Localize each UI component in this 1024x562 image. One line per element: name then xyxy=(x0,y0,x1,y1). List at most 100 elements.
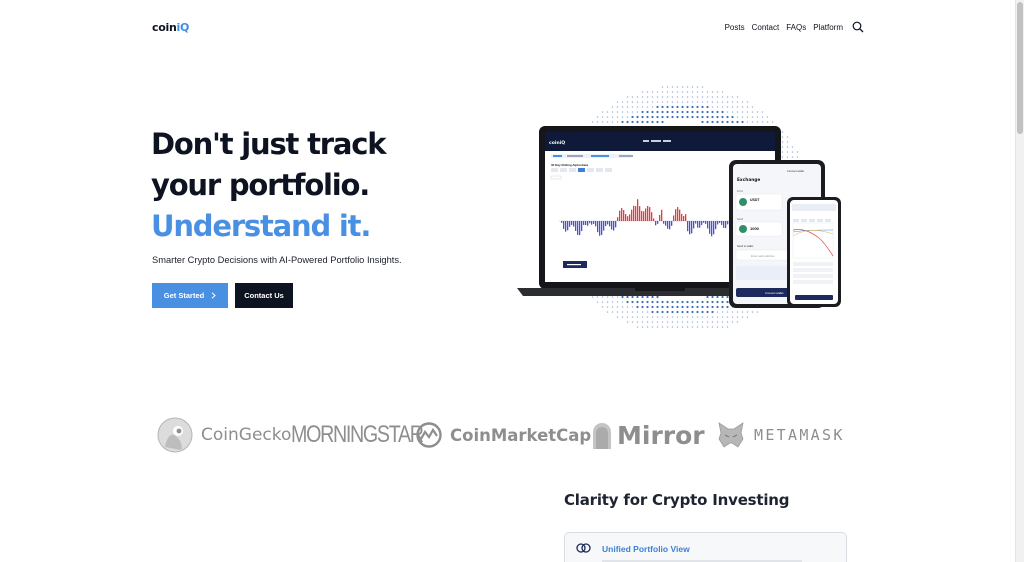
gecko-icon xyxy=(157,417,193,453)
decoration-dot xyxy=(751,106,754,108)
laptop-chart-bar xyxy=(669,221,671,230)
decoration-dot xyxy=(716,91,719,93)
decoration-dot xyxy=(711,305,714,309)
decoration-dot xyxy=(616,101,619,103)
decoration-dot xyxy=(611,301,614,303)
feature-card-unified-portfolio[interactable]: Unified Portfolio View xyxy=(564,532,847,562)
decoration-dot xyxy=(646,295,649,299)
decoration-dot xyxy=(706,305,709,309)
mirror-logo: Mirror xyxy=(591,415,705,455)
decoration-dot xyxy=(721,295,724,299)
laptop-chart-bar xyxy=(589,221,591,224)
decoration-dot xyxy=(711,326,714,328)
decoration-dot xyxy=(741,120,744,124)
decoration-dot xyxy=(666,91,669,93)
decoration-dot xyxy=(651,310,654,314)
get-started-button[interactable]: Get Started xyxy=(152,283,228,308)
decoration-dot xyxy=(711,310,714,314)
decoration-dot xyxy=(656,305,659,309)
decoration-dot xyxy=(666,86,669,88)
laptop-chart-bar xyxy=(621,208,623,221)
decoration-dot xyxy=(606,296,609,298)
search-icon[interactable] xyxy=(852,21,864,33)
decoration-dot xyxy=(671,326,674,328)
decoration-dot xyxy=(651,110,654,114)
decoration-dot xyxy=(596,116,599,118)
decoration-dot xyxy=(626,300,629,304)
morningstar-wordmark: MORNINGSTAR xyxy=(291,421,424,448)
decoration-dot xyxy=(691,316,694,318)
laptop-chart-bar xyxy=(687,221,689,232)
laptop-chart-bar xyxy=(659,214,661,221)
nav-link-contact[interactable]: Contact xyxy=(752,23,780,32)
decoration-dot xyxy=(721,120,724,124)
decoration-dot xyxy=(646,120,649,124)
logo-accent-text: iQ xyxy=(176,20,190,34)
decoration-dot xyxy=(706,326,709,328)
decoration-dot xyxy=(646,91,649,93)
decoration-dot xyxy=(736,111,739,113)
svg-text:From: From xyxy=(737,189,743,193)
decoration-dot xyxy=(676,86,679,88)
site-logo[interactable]: coin iQ xyxy=(152,21,189,34)
decoration-dot xyxy=(726,106,729,108)
decoration-dot xyxy=(726,295,729,299)
decoration-dot xyxy=(626,316,629,318)
decoration-dot xyxy=(636,316,639,318)
coinmarketcap-icon xyxy=(416,422,442,448)
decoration-dot xyxy=(656,310,659,314)
laptop-chart-bar xyxy=(719,221,721,223)
page-scrollbar[interactable] xyxy=(1015,0,1024,562)
svg-text:Send: Send xyxy=(737,217,744,221)
decoration-dot xyxy=(661,115,664,119)
decoration-dot xyxy=(666,101,669,103)
laptop-chart-bar xyxy=(715,221,717,230)
nav-link-faqs[interactable]: FAQs xyxy=(786,23,806,32)
laptop-chart-bar xyxy=(667,221,669,229)
decoration-dot xyxy=(706,96,709,98)
decoration-dot xyxy=(651,295,654,299)
decoration-dot xyxy=(606,111,609,113)
decoration-dot xyxy=(791,156,794,158)
main-navigation: Posts Contact FAQs Platform xyxy=(725,21,864,33)
decoration-dot xyxy=(726,305,729,309)
decoration-dot xyxy=(746,106,749,108)
decoration-dot xyxy=(626,106,629,108)
decoration-dot xyxy=(686,91,689,93)
decoration-dot xyxy=(696,86,699,88)
laptop-chart-bar xyxy=(695,221,697,224)
coingecko-logo: CoinGecko xyxy=(157,415,291,455)
decoration-dot xyxy=(601,121,604,123)
decoration-dot xyxy=(646,96,649,98)
nav-link-platform[interactable]: Platform xyxy=(813,23,843,32)
decoration-dot xyxy=(691,105,694,109)
decoration-dot xyxy=(726,311,729,313)
decoration-dot xyxy=(641,110,644,114)
laptop-chart-bar xyxy=(565,221,567,232)
decoration-dot xyxy=(706,316,709,318)
mirror-icon xyxy=(593,423,611,449)
decoration-dot xyxy=(596,301,599,303)
decoration-dot xyxy=(601,111,604,113)
contact-us-button[interactable]: Contact Us xyxy=(235,283,293,308)
decoration-dot xyxy=(591,121,594,123)
nav-link-posts[interactable]: Posts xyxy=(725,23,745,32)
decoration-dot xyxy=(641,311,644,313)
decoration-dot xyxy=(641,326,644,328)
laptop-chart-bar xyxy=(581,221,583,232)
scrollbar-thumb[interactable] xyxy=(1017,2,1023,134)
decoration-dot xyxy=(651,326,654,328)
decoration-dot xyxy=(661,101,664,103)
decoration-dot xyxy=(661,120,664,124)
decoration-dot xyxy=(621,295,624,299)
decoration-dot xyxy=(711,96,714,98)
decoration-dot xyxy=(736,116,739,118)
laptop-chart-bar xyxy=(711,221,713,237)
decoration-dot xyxy=(691,321,694,323)
decoration-dot xyxy=(631,106,634,108)
decoration-dot xyxy=(701,321,704,323)
decoration-dot xyxy=(606,116,609,118)
decoration-dot xyxy=(611,111,614,113)
decoration-dot xyxy=(696,96,699,98)
decoration-dot xyxy=(656,321,659,323)
